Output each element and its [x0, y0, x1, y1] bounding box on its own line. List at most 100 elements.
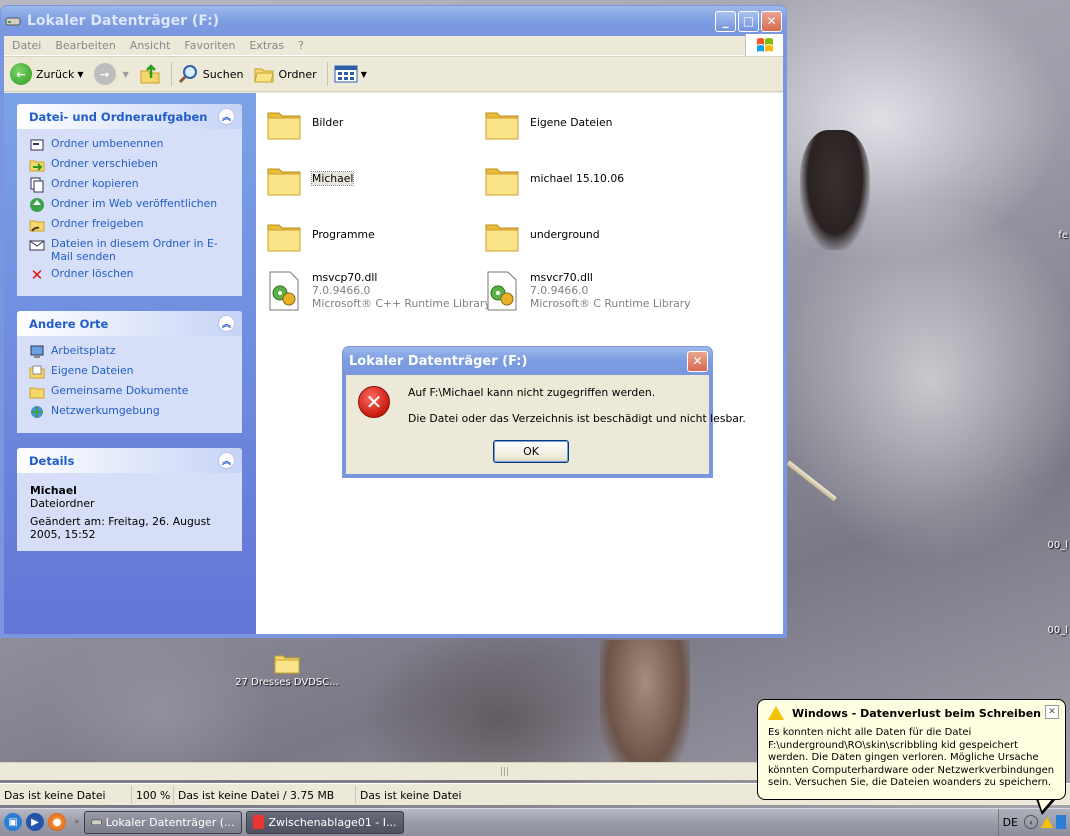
task-rename-folder[interactable]: Ordner umbenennen	[29, 137, 232, 153]
collapse-chevron-icon[interactable]: ︽	[218, 452, 235, 469]
back-label: Zurück	[36, 67, 75, 81]
balloon-title: Windows - Datenverlust beim Schreiben	[792, 706, 1041, 720]
computer-icon	[29, 344, 45, 360]
quicklaunch-media-player-icon[interactable]: ▶	[26, 813, 44, 831]
language-indicator[interactable]: DE	[1003, 816, 1018, 829]
task-move-folder[interactable]: Ordner verschieben	[29, 157, 232, 173]
close-button[interactable]: ✕	[761, 10, 782, 32]
task-share-folder[interactable]: Ordner freigeben	[29, 217, 232, 233]
file-name: Programme	[312, 228, 375, 241]
task-copy-folder[interactable]: Ordner kopieren	[29, 177, 232, 193]
file-item-dll[interactable]: msvcp70.dll 7.0.9466.0 Microsoft® C++ Ru…	[266, 271, 491, 311]
desktop-edge-glyph: 00_l	[1047, 540, 1068, 551]
quicklaunch-chevron-icon[interactable]: »	[74, 817, 80, 827]
copy-icon	[29, 177, 45, 193]
explorer-titlebar[interactable]: Lokaler Datenträger (F:) _ □ ✕	[1, 6, 786, 36]
windows-logo-icon	[745, 34, 783, 56]
forward-button[interactable]: → ▼	[93, 63, 129, 85]
place-label: Eigene Dateien	[51, 364, 134, 377]
menu-help[interactable]: ?	[298, 39, 304, 52]
dialog-title: Lokaler Datenträger (F:)	[349, 353, 528, 369]
folder-icon	[485, 168, 519, 196]
folder-icon	[267, 168, 301, 196]
status-cell: Das ist keine Datei	[0, 785, 132, 804]
up-folder-button[interactable]	[139, 63, 161, 85]
details-body: Michael Dateiordner Geändert am: Freitag…	[17, 473, 242, 551]
back-button[interactable]: ← Zurück ▼	[10, 63, 84, 85]
place-my-computer[interactable]: Arbeitsplatz	[29, 344, 232, 360]
folder-icon	[485, 224, 519, 252]
panel-body: Arbeitsplatz Eigene Dateien Gemeinsame D…	[17, 336, 242, 433]
menu-extras[interactable]: Extras	[249, 39, 284, 52]
taskbar-button-label: Zwischenablage01 - I...	[268, 815, 397, 829]
drive-icon	[5, 17, 21, 26]
place-label: Netzwerkumgebung	[51, 404, 160, 417]
tray-network-icon[interactable]	[1056, 815, 1066, 829]
chevron-down-icon[interactable]: ▼	[77, 70, 83, 79]
file-item-dll[interactable]: msvcr70.dll 7.0.9466.0 Microsoft® C Runt…	[484, 271, 691, 311]
taskbar-button-explorer[interactable]: Lokaler Datenträger (...	[83, 810, 242, 834]
explorer-window: Lokaler Datenträger (F:) _ □ ✕ Datei Bea…	[0, 5, 787, 638]
folder-icon	[267, 224, 301, 252]
maximize-button[interactable]: □	[738, 10, 759, 32]
file-item-folder[interactable]: Bilder	[266, 107, 343, 141]
task-email-files[interactable]: Dateien in diesem Ordner in E-Mail sende…	[29, 237, 232, 263]
desktop-folder-icon[interactable]: 27 Dresses DVDSC...	[232, 652, 342, 688]
file-version: 7.0.9466.0	[530, 284, 589, 297]
quicklaunch-firefox-icon[interactable]: ●	[48, 813, 66, 831]
place-network[interactable]: Netzwerkumgebung	[29, 404, 232, 420]
task-publish-folder[interactable]: Ordner im Web veröffentlichen	[29, 197, 232, 213]
notification-balloon[interactable]: Windows - Datenverlust beim Schreiben ✕ …	[757, 699, 1066, 800]
taskbar-button-clipboard[interactable]: Zwischenablage01 - I...	[245, 810, 404, 834]
delete-x-icon: ✕	[30, 265, 44, 284]
menu-datei[interactable]: Datei	[12, 39, 41, 52]
tray-warning-icon[interactable]	[1041, 816, 1053, 828]
folders-button[interactable]: Ordner	[253, 64, 317, 84]
menu-bearbeiten[interactable]: Bearbeiten	[55, 39, 115, 52]
place-shared-documents[interactable]: Gemeinsame Dokumente	[29, 384, 232, 400]
file-description: Microsoft® C++ Runtime Library	[312, 297, 491, 310]
dialog-close-button[interactable]: ✕	[687, 350, 708, 372]
file-name: underground	[530, 228, 600, 241]
quicklaunch-desktop-icon[interactable]: ▣	[4, 813, 22, 831]
panel-header[interactable]: Andere Orte ︽	[17, 311, 242, 336]
back-arrow-icon: ←	[10, 63, 32, 85]
dialog-message-1: Auf F:\Michael kann nicht zugegriffen we…	[408, 386, 656, 399]
file-name: Michael	[310, 171, 355, 186]
rename-icon	[29, 137, 45, 153]
balloon-close-button[interactable]: ✕	[1045, 705, 1059, 719]
task-label: Ordner kopieren	[51, 177, 139, 190]
file-item-folder[interactable]: Eigene Dateien	[484, 107, 613, 141]
minimize-button[interactable]: _	[715, 10, 736, 32]
file-item-folder[interactable]: underground	[484, 219, 600, 253]
forward-arrow-icon: →	[93, 63, 116, 85]
panel-header[interactable]: Datei- und Ordneraufgaben ︽	[17, 104, 242, 129]
menu-ansicht[interactable]: Ansicht	[130, 39, 171, 52]
collapse-chevron-icon[interactable]: ︽	[218, 315, 235, 332]
file-item-folder[interactable]: Programme	[266, 219, 375, 253]
file-item-folder-selected[interactable]: Michael	[266, 163, 355, 197]
collapse-chevron-icon[interactable]: ︽	[218, 108, 235, 125]
desktop-icon-label: 27 Dresses DVDSC...	[235, 677, 339, 688]
scroll-grip-icon[interactable]: |||	[500, 767, 509, 777]
panel-header[interactable]: Details ︽	[17, 448, 242, 473]
task-pane: Datei- und Ordneraufgaben ︽ Ordner umben…	[4, 93, 256, 634]
search-button[interactable]: Suchen	[178, 63, 243, 85]
ok-button[interactable]: OK	[493, 440, 569, 463]
tray-expand-chevron-icon[interactable]: ‹	[1024, 815, 1038, 829]
file-item-folder[interactable]: michael 15.10.06	[484, 163, 624, 197]
status-cell: Das ist keine Datei	[360, 788, 462, 802]
email-icon	[29, 237, 45, 253]
place-my-documents[interactable]: Eigene Dateien	[29, 364, 232, 380]
dll-gear-icon	[487, 271, 517, 311]
shared-folder-icon	[29, 384, 45, 400]
chevron-down-icon[interactable]: ▼	[123, 70, 129, 79]
taskbar-button-label: Lokaler Datenträger (...	[105, 815, 235, 829]
dialog-titlebar[interactable]: Lokaler Datenträger (F:) ✕	[343, 347, 712, 375]
chevron-down-icon[interactable]: ▼	[361, 70, 367, 79]
desktop-edge-glyph: fe	[1058, 230, 1068, 241]
menu-favoriten[interactable]: Favoriten	[184, 39, 235, 52]
views-button[interactable]: ▼	[334, 64, 367, 84]
task-delete-folder[interactable]: ✕ Ordner löschen	[29, 267, 232, 283]
error-icon: ✕	[358, 386, 390, 418]
